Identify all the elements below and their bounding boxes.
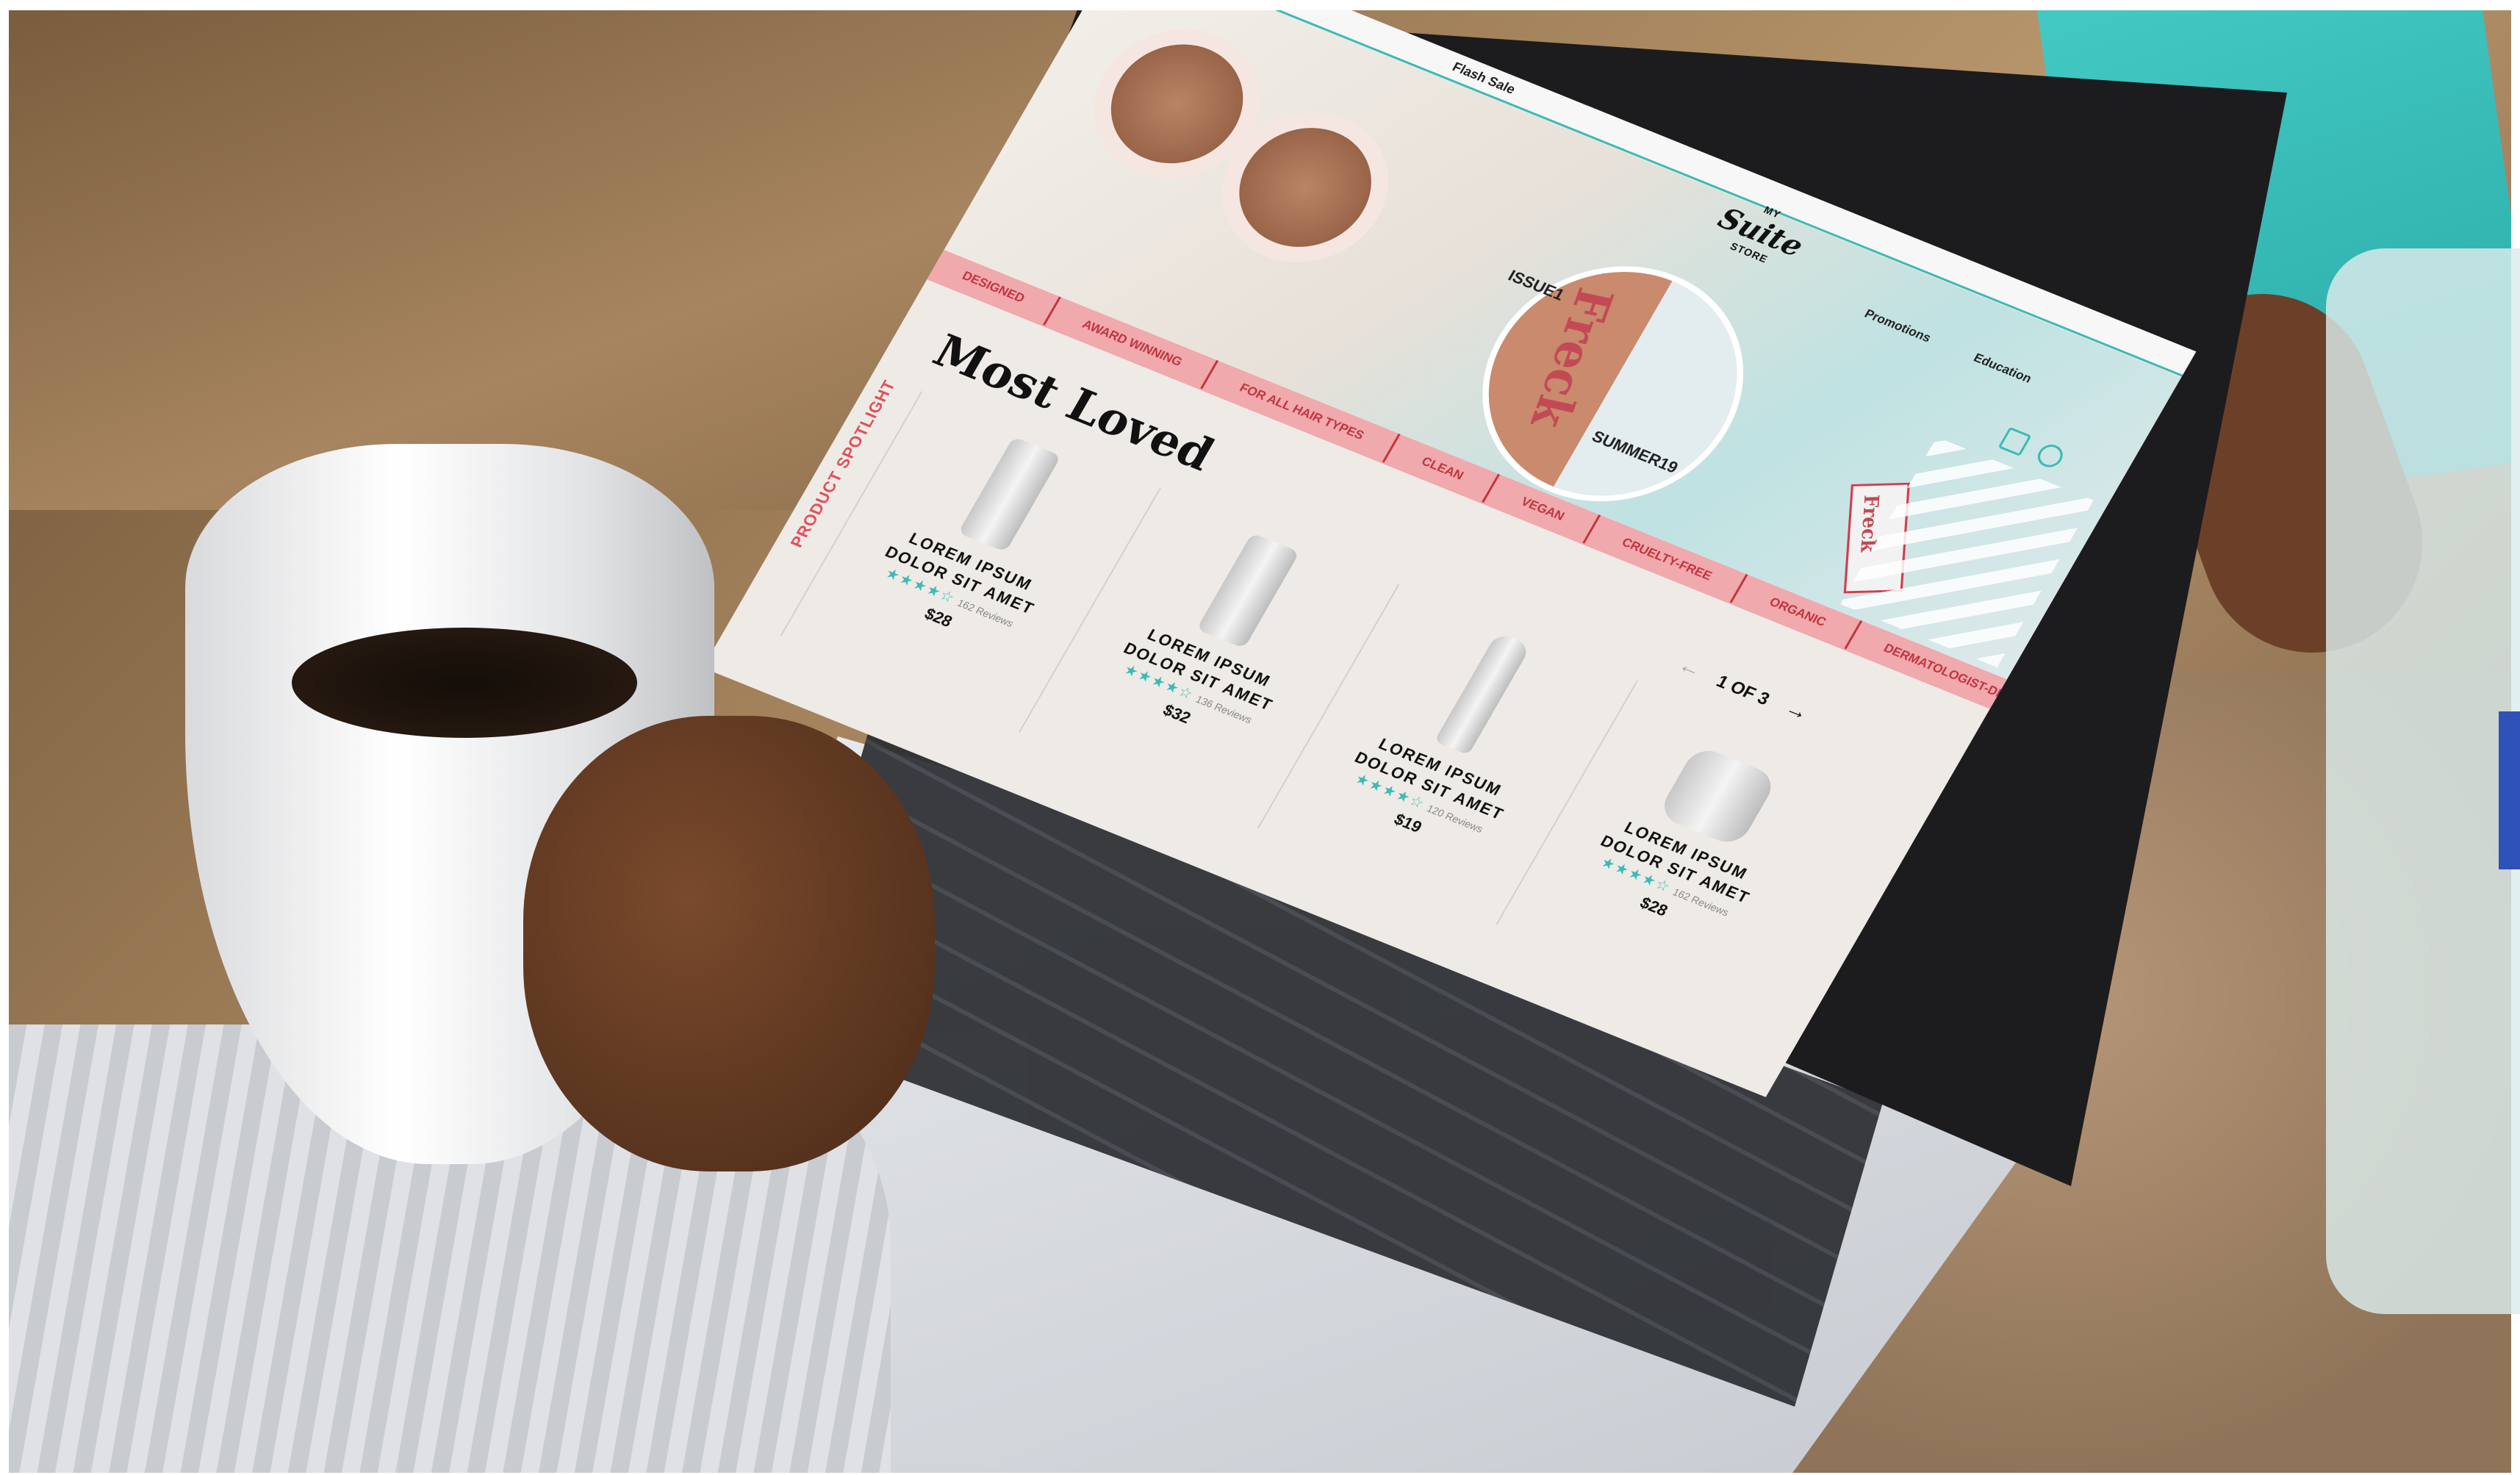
overlay-panel xyxy=(2326,248,2520,1314)
coffee xyxy=(292,628,637,738)
product-tube-image xyxy=(958,436,1062,553)
prev-arrow-icon[interactable]: ← xyxy=(1674,653,1706,682)
product-jar-image xyxy=(1656,744,1779,849)
product-dropper-image xyxy=(1434,631,1532,756)
next-arrow-icon[interactable]: → xyxy=(1781,696,1813,725)
hand xyxy=(523,716,935,1171)
page-indicator: 1 OF 3 xyxy=(1712,671,1773,709)
sunglasses xyxy=(1055,10,1418,286)
overlay-accent-bar xyxy=(2499,711,2520,869)
product-tube-image xyxy=(1196,533,1300,649)
photo-background: Flash Sale Freck ISSUE1 SUMMER19 Freck M… xyxy=(9,10,2511,1473)
